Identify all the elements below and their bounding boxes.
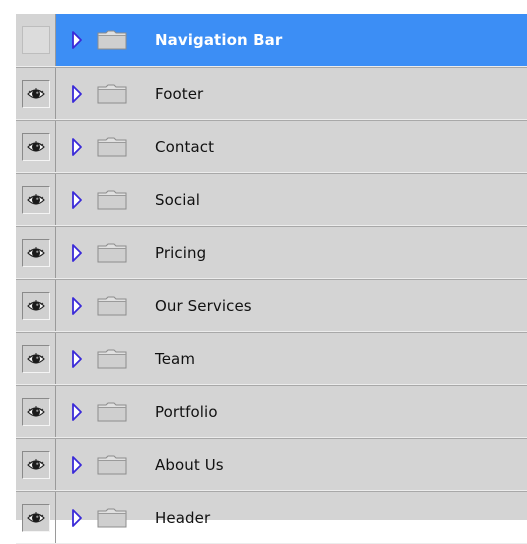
layer-name: Social [155,190,201,209]
visibility-cell [16,492,56,543]
layer-row[interactable]: Social [16,173,527,226]
disclosure-triangle-icon[interactable] [70,189,84,211]
eye-icon [26,140,45,154]
folder-icon [97,348,127,370]
visibility-toggle[interactable] [21,26,50,54]
visibility-toggle[interactable] [21,450,50,479]
folder-icon [97,242,127,264]
eye-icon [26,405,45,419]
layer-row[interactable]: Contact [16,120,527,173]
layer-main[interactable]: Team [56,333,527,384]
layer-main[interactable]: Pricing [56,227,527,278]
folder-icon [97,189,127,211]
eye-icon [26,193,45,207]
layer-row[interactable]: Portfolio [16,385,527,438]
layer-name: Portfolio [155,402,218,421]
folder-icon [97,295,127,317]
layer-main[interactable]: Navigation Bar [56,14,527,66]
disclosure-triangle-icon[interactable] [70,83,84,105]
folder-icon [97,507,127,529]
folder-icon [97,136,127,158]
layer-main[interactable]: Header [56,492,527,543]
visibility-cell [16,174,56,225]
layer-main[interactable]: Footer [56,68,527,119]
visibility-cell [16,68,56,119]
visibility-cell [16,333,56,384]
eye-icon [26,352,45,366]
visibility-toggle[interactable] [21,238,50,267]
layers-panel: Navigation Bar Footer Contact Social Pricing… [16,14,527,544]
layer-name: Contact [155,137,215,156]
disclosure-triangle-icon[interactable] [70,136,84,158]
layer-name: Footer [155,84,204,103]
layer-name: About Us [155,455,224,474]
layer-row[interactable]: Header [16,491,527,544]
visibility-toggle[interactable] [21,503,50,532]
visibility-toggle[interactable] [21,132,50,161]
disclosure-triangle-icon[interactable] [70,242,84,264]
layer-row[interactable]: Pricing [16,226,527,279]
visibility-toggle[interactable] [21,397,50,426]
layer-row[interactable]: Footer [16,67,527,120]
layer-main[interactable]: About Us [56,439,527,490]
visibility-cell [16,386,56,437]
disclosure-triangle-icon[interactable] [70,401,84,423]
layer-name: Pricing [155,243,207,262]
layer-name: Our Services [155,296,252,315]
layer-row[interactable]: Our Services [16,279,527,332]
eye-icon [26,87,45,101]
visibility-toggle[interactable] [21,291,50,320]
visibility-cell [16,121,56,172]
disclosure-triangle-icon[interactable] [70,507,84,529]
layer-main[interactable]: Portfolio [56,386,527,437]
eye-icon [26,458,45,472]
eye-icon [26,299,45,313]
disclosure-triangle-icon[interactable] [70,29,84,51]
visibility-toggle[interactable] [21,185,50,214]
visibility-cell [16,439,56,490]
eye-icon [26,246,45,260]
visibility-cell [16,227,56,278]
visibility-cell [16,14,56,66]
disclosure-triangle-icon[interactable] [70,348,84,370]
visibility-cell [16,280,56,331]
visibility-toggle[interactable] [21,344,50,373]
disclosure-triangle-icon[interactable] [70,454,84,476]
layer-row[interactable]: Navigation Bar [16,14,527,67]
folder-icon [97,29,127,51]
folder-icon [97,454,127,476]
layer-main[interactable]: Our Services [56,280,527,331]
visibility-toggle[interactable] [21,79,50,108]
layer-main[interactable]: Social [56,174,527,225]
disclosure-triangle-icon[interactable] [70,295,84,317]
folder-icon [97,83,127,105]
eye-icon [26,511,45,525]
layer-row[interactable]: Team [16,332,527,385]
layer-name: Header [155,508,211,527]
layer-row[interactable]: About Us [16,438,527,491]
layer-name: Team [155,349,196,368]
layer-name: Navigation Bar [155,31,283,49]
folder-icon [97,401,127,423]
layer-main[interactable]: Contact [56,121,527,172]
